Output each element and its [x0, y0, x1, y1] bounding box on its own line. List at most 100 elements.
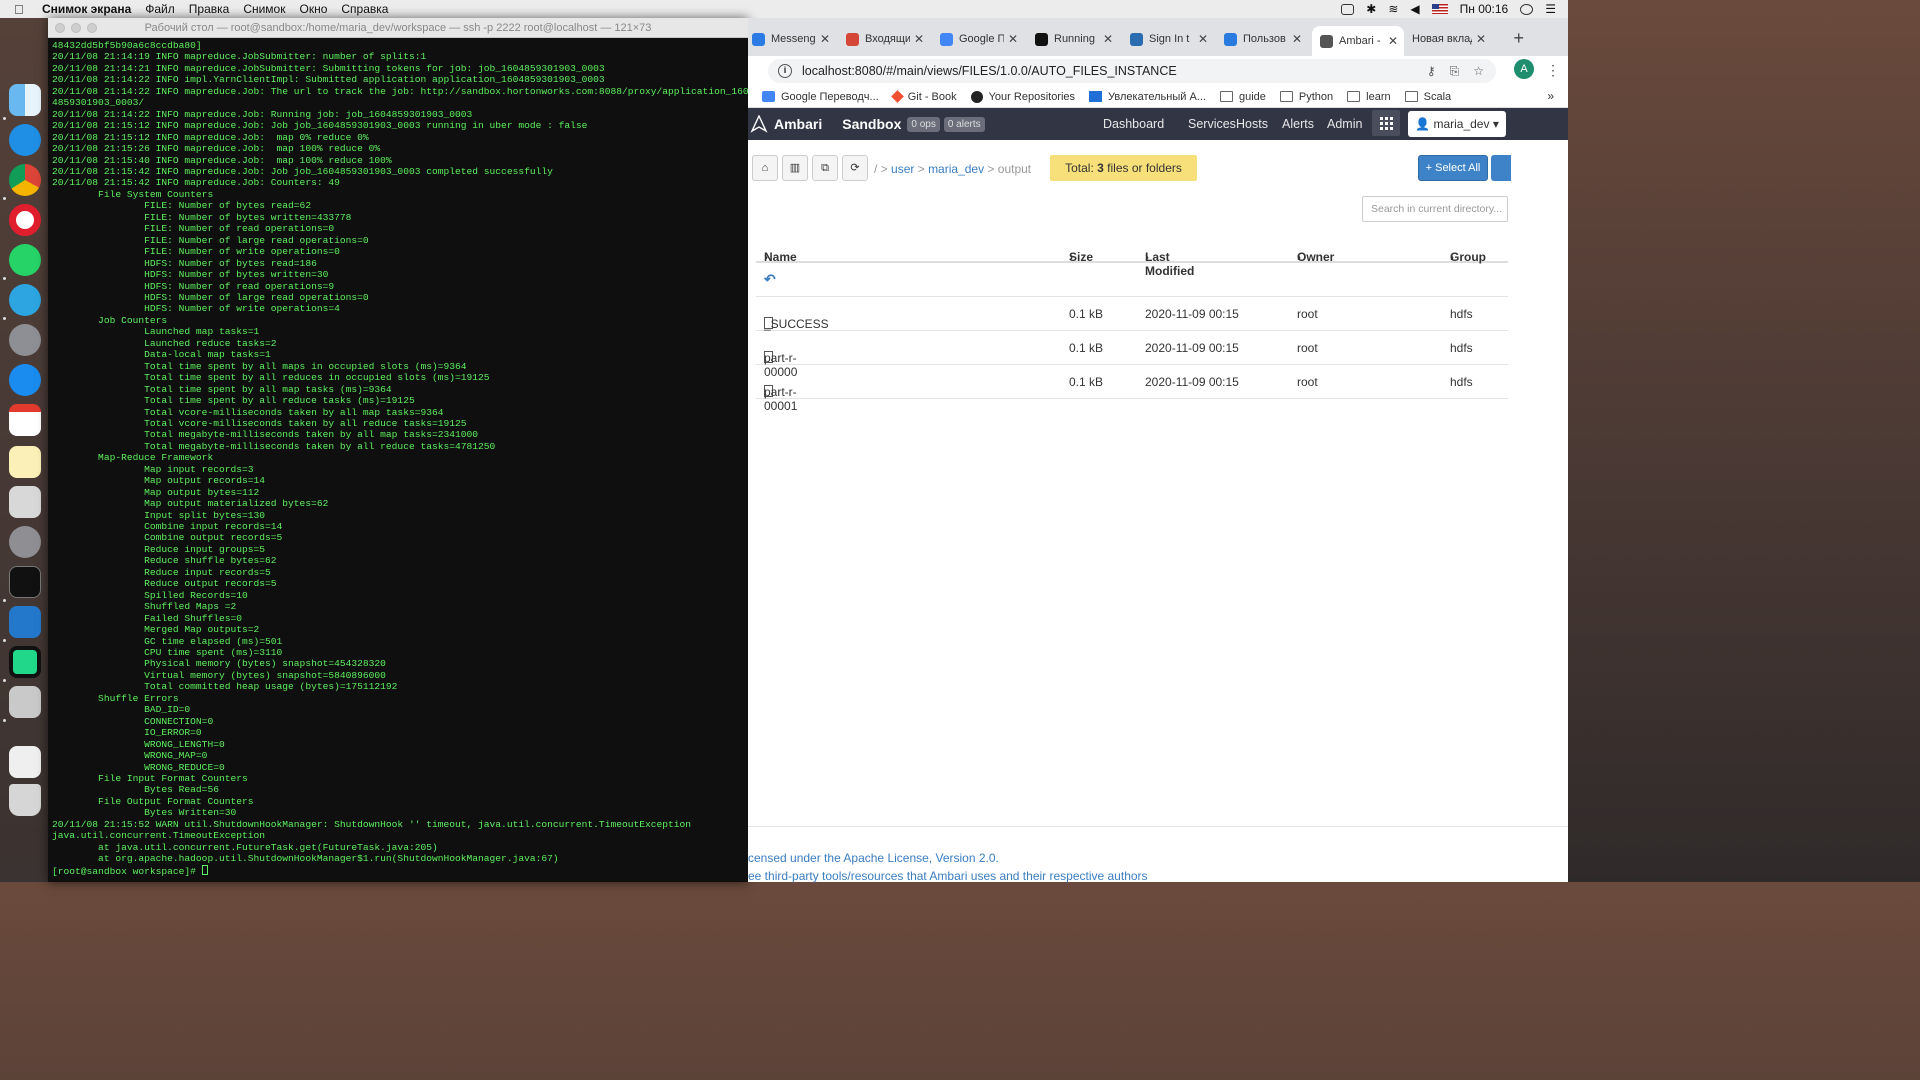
telegram-icon[interactable]	[9, 284, 41, 316]
copy-button[interactable]: ⧉	[812, 155, 838, 181]
home-button[interactable]: ⌂	[752, 155, 778, 181]
launchpad-icon[interactable]	[9, 324, 41, 356]
parent-directory-row[interactable]: ↶	[756, 263, 1508, 297]
nav-services[interactable]: Services	[1188, 117, 1236, 131]
directory-search-input[interactable]: Search in current directory...	[1362, 196, 1508, 222]
delete-button[interactable]: ▥	[782, 155, 808, 181]
folder-action-button[interactable]	[1491, 155, 1511, 181]
bookmark-learn[interactable]: learn	[1347, 91, 1391, 103]
bookmark-your-repositories[interactable]: Your Repositories	[970, 90, 1075, 103]
nav-admin[interactable]: Admin	[1327, 117, 1362, 131]
bookmark-scala[interactable]: Scala	[1404, 91, 1451, 103]
menu-file[interactable]: Файл	[145, 2, 175, 16]
tab-new[interactable]: Новая вклад ✕	[1412, 26, 1492, 52]
bookmark-star-icon[interactable]: ☆	[1473, 64, 1484, 78]
bookmark-guide[interactable]: guide	[1219, 91, 1266, 103]
nav-dashboard[interactable]: Dashboard	[1103, 117, 1164, 131]
browser-menu-icon[interactable]: ⋮	[1546, 62, 1560, 79]
table-row[interactable]: part-r-00001 0.1 kB 2020-11-09 00:15 roo…	[756, 365, 1508, 413]
address-bar[interactable]: i localhost:8080/#/main/views/FILES/1.0.…	[768, 59, 1496, 83]
url-text[interactable]: localhost:8080/#/main/views/FILES/1.0.0/…	[802, 64, 1177, 78]
ambari-brand[interactable]: Ambari	[774, 116, 822, 132]
whatsapp-icon[interactable]	[9, 244, 41, 276]
system-preferences-icon[interactable]	[9, 526, 41, 558]
license-link[interactable]: censed under the Apache License, Version…	[748, 851, 999, 865]
close-tab-icon[interactable]: ✕	[1008, 32, 1018, 46]
finder-icon[interactable]	[9, 84, 41, 116]
breadcrumb-root[interactable]: /	[874, 162, 877, 176]
zoom-window-button[interactable]	[87, 23, 97, 33]
close-tab-icon[interactable]: ✕	[1476, 32, 1486, 46]
bookmarks-overflow-icon[interactable]: »	[1547, 89, 1554, 103]
bookmark-google-translate[interactable]: Google Переводч...	[762, 91, 879, 103]
translate-page-icon[interactable]: ⎘	[1450, 64, 1460, 79]
cluster-name[interactable]: Sandbox	[842, 116, 901, 132]
profile-avatar[interactable]: A	[1514, 59, 1534, 79]
close-tab-icon[interactable]: ✕	[914, 32, 924, 46]
close-tab-icon[interactable]: ✕	[1103, 32, 1113, 46]
breadcrumb-output[interactable]: output	[998, 162, 1031, 176]
terminal-icon[interactable]	[9, 566, 41, 598]
screenshot-icon[interactable]	[9, 686, 41, 718]
app-store-icon[interactable]	[9, 364, 41, 396]
table-row[interactable]: part-r-00000 0.1 kB 2020-11-09 00:15 roo…	[756, 331, 1508, 379]
tab-sign-in[interactable]: Sign In t ✕	[1130, 26, 1214, 52]
new-tab-icon[interactable]: +	[1513, 28, 1524, 49]
user-menu-button[interactable]: 👤 maria_dev ▾	[1408, 111, 1506, 137]
menu-window[interactable]: Окно	[299, 2, 327, 16]
ambari-logo-icon[interactable]	[750, 115, 768, 133]
bookmark-git-book[interactable]: Git - Book	[890, 90, 957, 103]
clock[interactable]: Пн 00:16	[1460, 2, 1509, 16]
third-party-link[interactable]: ee third-party tools/resources that Amba…	[748, 869, 1148, 883]
alerts-badge[interactable]: 0 alerts	[943, 116, 985, 132]
pycharm-icon[interactable]	[9, 646, 41, 678]
menu-capture[interactable]: Снимок	[243, 2, 285, 16]
menu-edit[interactable]: Правка	[189, 2, 230, 16]
close-tab-icon[interactable]: ✕	[1292, 32, 1302, 46]
tab-google-translate[interactable]: Google П ✕	[940, 26, 1024, 52]
back-arrow-icon[interactable]: ↶	[764, 271, 776, 288]
minimize-window-button[interactable]	[71, 23, 81, 33]
volume-icon[interactable]: ◀	[1410, 2, 1419, 16]
menu-app-name[interactable]: Снимок экрана	[42, 2, 131, 16]
apple-icon[interactable]: 	[14, 2, 30, 17]
tab-inbox[interactable]: Входящи ✕	[846, 26, 930, 52]
us-flag-icon[interactable]	[1431, 4, 1448, 14]
notes-icon[interactable]	[9, 446, 41, 478]
close-tab-icon[interactable]: ✕	[820, 32, 830, 46]
table-row[interactable]: _SUCCESS 0.1 kB 2020-11-09 00:15 root hd…	[756, 297, 1508, 331]
close-tab-icon[interactable]: ✕	[1198, 32, 1208, 46]
tab-users[interactable]: Пользов ✕	[1224, 26, 1308, 52]
vscode-icon[interactable]	[9, 606, 41, 638]
tab-running[interactable]: Running ✕	[1035, 26, 1119, 52]
refresh-button[interactable]: ⟳	[842, 155, 868, 181]
calculator-icon[interactable]	[9, 486, 41, 518]
terminal-prompt[interactable]: [root@sandbox workspace]#	[52, 864, 748, 877]
bluetooth-icon[interactable]: ✱	[1366, 2, 1376, 16]
views-grid-icon[interactable]	[1372, 110, 1400, 136]
breadcrumb-maria-dev[interactable]: maria_dev	[928, 162, 984, 176]
documents-stack-icon[interactable]	[9, 746, 41, 778]
bookmark-python[interactable]: Python	[1279, 91, 1333, 103]
nav-alerts[interactable]: Alerts	[1282, 117, 1314, 131]
control-center-icon[interactable]: ☰	[1545, 2, 1556, 16]
creative-cloud-icon[interactable]	[1341, 3, 1355, 15]
terminal-title-bar[interactable]: Рабочий стол — root@sandbox:/home/maria_…	[48, 18, 748, 38]
wifi-icon[interactable]: ≋	[1388, 2, 1398, 16]
spotlight-icon[interactable]	[1520, 3, 1534, 15]
site-info-icon[interactable]: i	[778, 64, 792, 78]
safari-icon[interactable]	[9, 124, 41, 156]
tab-messenger[interactable]: Messeng ✕	[752, 26, 836, 52]
select-all-button[interactable]: + Select All	[1418, 155, 1488, 181]
terminal-window[interactable]: Рабочий стол — root@sandbox:/home/maria_…	[48, 18, 748, 882]
close-window-button[interactable]	[55, 23, 65, 33]
key-icon[interactable]: ⚷	[1427, 64, 1436, 78]
nav-hosts[interactable]: Hosts	[1236, 117, 1268, 131]
tab-ambari[interactable]: Ambari - ✕	[1312, 26, 1404, 56]
opera-icon[interactable]	[9, 204, 41, 236]
menu-help[interactable]: Справка	[341, 2, 388, 16]
trash-icon[interactable]	[9, 784, 41, 816]
bookmark-fascinating[interactable]: Увлекательный А...	[1089, 91, 1206, 103]
ops-badge[interactable]: 0 ops	[907, 116, 940, 132]
close-tab-icon[interactable]: ✕	[1388, 34, 1398, 48]
